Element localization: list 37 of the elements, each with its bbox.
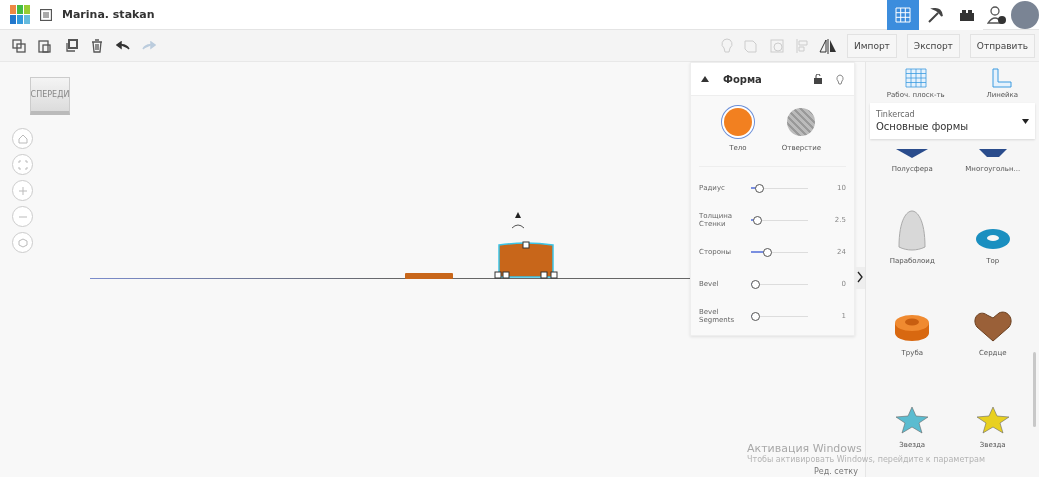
menu-icon[interactable] bbox=[40, 8, 52, 21]
activation-title: Активация Windows bbox=[747, 442, 862, 455]
caret-icon bbox=[1022, 118, 1029, 124]
heart-icon bbox=[972, 309, 1013, 343]
ruler-icon bbox=[992, 68, 1013, 88]
slider-thumb[interactable] bbox=[754, 183, 764, 193]
library-dropdown[interactable]: Tinkercad Основные формы bbox=[870, 103, 1035, 139]
undo-icon[interactable] bbox=[116, 40, 130, 51]
duplicate-icon[interactable] bbox=[64, 38, 78, 53]
design-title: Marina. stakan bbox=[62, 8, 155, 21]
torus-icon bbox=[973, 227, 1012, 251]
slider-thumb[interactable] bbox=[763, 247, 772, 257]
paraboloid-icon bbox=[897, 209, 928, 251]
library-source: Tinkercad bbox=[876, 110, 916, 119]
lightbulb-icon[interactable] bbox=[836, 73, 844, 85]
slider-thumb[interactable] bbox=[752, 215, 762, 225]
slider-thumb[interactable] bbox=[751, 311, 760, 321]
lock-icon[interactable] bbox=[814, 74, 822, 84]
edit-grid-button[interactable]: Ред. сетку bbox=[814, 467, 858, 476]
logo-icon[interactable] bbox=[10, 4, 30, 25]
panel-title: Форма bbox=[723, 73, 763, 85]
workplane-icon bbox=[904, 68, 927, 88]
toolbar-button[interactable]: Отправить bbox=[969, 33, 1035, 58]
toolbar-button[interactable]: Экспорт bbox=[906, 33, 960, 58]
mirror-icon[interactable] bbox=[818, 37, 837, 54]
avatar-icon[interactable] bbox=[1011, 0, 1039, 29]
collapse-icon[interactable] bbox=[701, 76, 709, 82]
slider-thumb[interactable] bbox=[751, 279, 760, 289]
tube-icon bbox=[893, 313, 932, 343]
cylinder-shape[interactable] bbox=[493, 212, 559, 280]
toolbar-button[interactable]: Импорт bbox=[846, 33, 897, 58]
activation-text: Чтобы активировать Windows, перейдите к параметрам bbox=[747, 455, 985, 464]
library-name: Основные формы bbox=[876, 121, 970, 132]
trash-icon[interactable] bbox=[90, 38, 104, 53]
copy-icon[interactable] bbox=[12, 38, 26, 53]
expand-button[interactable] bbox=[855, 267, 865, 289]
paste-icon[interactable] bbox=[38, 38, 52, 53]
